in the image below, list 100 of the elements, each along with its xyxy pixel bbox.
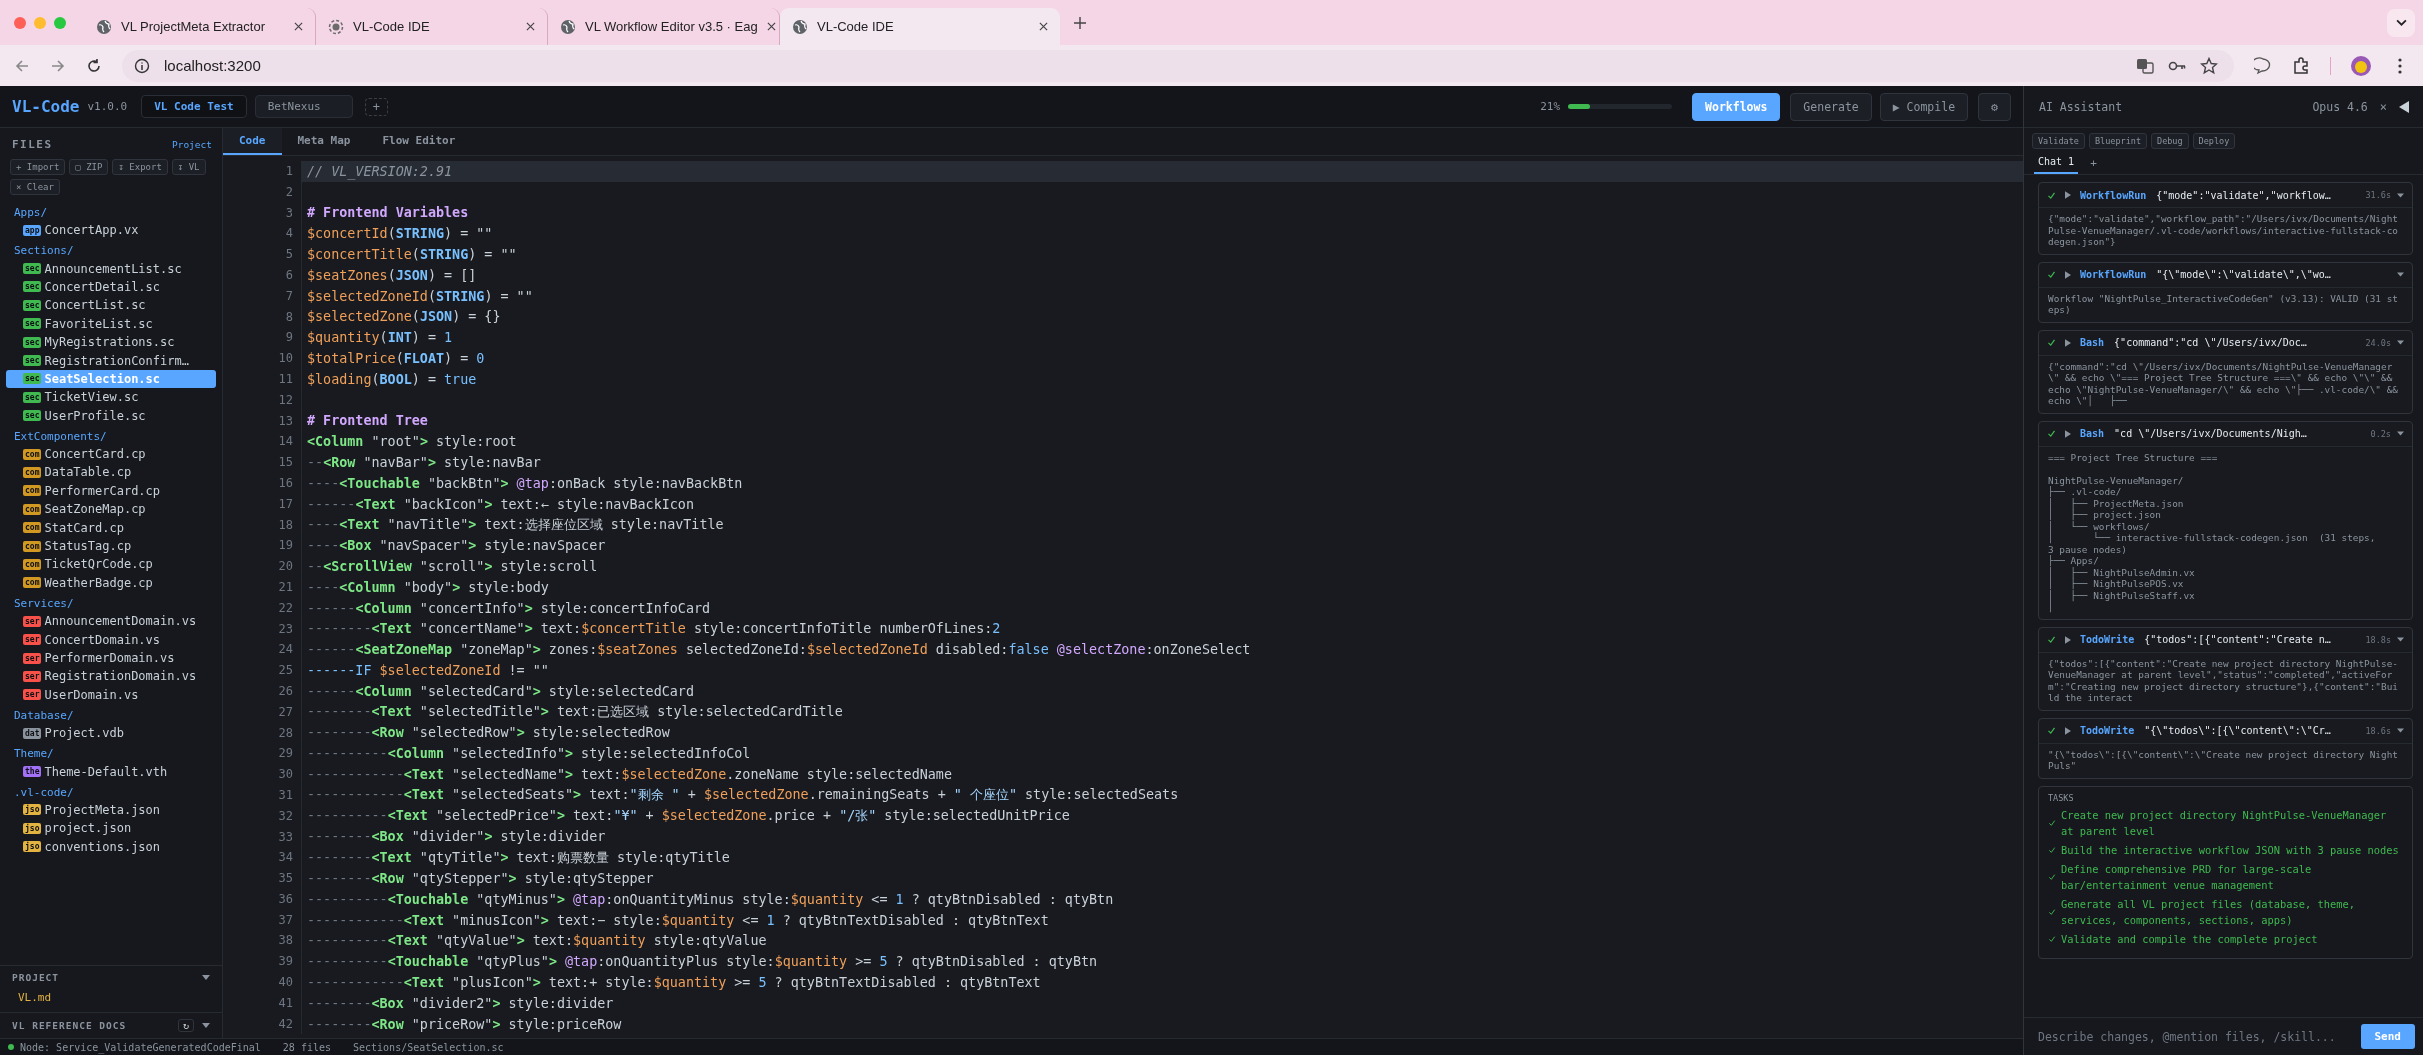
folder-label[interactable]: Theme/ <box>0 742 222 763</box>
file-item[interactable]: jso conventions.json <box>6 837 216 856</box>
file-item[interactable]: sec RegistrationConfirm… <box>6 351 216 370</box>
info-icon[interactable] <box>134 57 150 74</box>
caret-icon[interactable] <box>202 975 210 980</box>
bookmark-star-icon[interactable] <box>2200 56 2218 75</box>
project-tab[interactable]: VL Code Test <box>141 95 247 118</box>
caret-icon[interactable] <box>2397 192 2404 198</box>
folder-label[interactable]: .vl-code/ <box>0 780 222 801</box>
doc-file-item[interactable]: VL.md <box>0 989 222 1008</box>
puzzle-icon[interactable] <box>2292 56 2310 75</box>
file-item[interactable]: com StatCard.cp <box>6 518 216 537</box>
file-item[interactable]: jso ProjectMeta.json <box>6 800 216 820</box>
folder-label[interactable]: Sections/ <box>0 239 222 260</box>
expand-icon[interactable] <box>2065 635 2071 644</box>
file-item[interactable]: dat Project.vdb <box>6 724 216 743</box>
code-line: ------<Text "backIcon"> text:← style:navBackIcon <box>307 496 694 512</box>
file-item[interactable]: sec UserProfile.sc <box>6 406 216 425</box>
tab-search-button[interactable] <box>2387 8 2415 37</box>
file-item[interactable]: sec FavoriteList.sc <box>6 314 216 333</box>
file-item[interactable]: com StatusTag.cp <box>6 536 216 556</box>
expand-icon[interactable] <box>2065 338 2071 347</box>
project-tab[interactable]: BetNexus <box>254 95 353 118</box>
file-item[interactable]: com SeatZoneMap.cp <box>6 500 216 519</box>
translate-icon[interactable] <box>2136 56 2154 75</box>
caret-icon[interactable] <box>2397 431 2404 436</box>
reload-icon[interactable] <box>86 57 102 74</box>
file-action-button[interactable]: ↧ Export <box>112 159 168 175</box>
file-item[interactable]: sec ConcertDetail.sc <box>6 277 216 297</box>
close-icon[interactable] <box>294 22 303 31</box>
toolbar-button[interactable]: ▶ Compile <box>1879 92 1969 121</box>
line-number: 4 <box>223 223 302 245</box>
chat-tab[interactable]: Chat 1 <box>2034 152 2079 174</box>
settings-button[interactable]: ⚙ <box>1978 92 2011 121</box>
file-item[interactable]: app ConcertApp.vx <box>6 221 216 240</box>
browser-tab[interactable]: VL-Code IDE <box>780 8 1060 45</box>
file-item[interactable]: jso project.json <box>6 819 216 838</box>
file-item[interactable]: ser UserDomain.vs <box>6 685 216 704</box>
back-icon[interactable] <box>14 57 30 74</box>
collapse-icon[interactable] <box>2399 100 2409 113</box>
file-item[interactable]: com PerformerCard.cp <box>6 481 216 501</box>
folder-label[interactable]: Services/ <box>0 592 222 613</box>
file-item[interactable]: com ConcertCard.cp <box>6 444 216 464</box>
caret-icon[interactable] <box>2397 637 2404 642</box>
close-icon[interactable] <box>526 22 535 31</box>
editor-tab[interactable]: Meta Map <box>281 128 367 155</box>
folder-label[interactable]: Database/ <box>0 704 222 724</box>
expand-icon[interactable] <box>2065 270 2071 279</box>
close-icon[interactable] <box>1039 22 1048 31</box>
file-action-button[interactable]: + Import <box>10 159 66 175</box>
file-item[interactable]: the Theme-Default.vth <box>6 762 216 781</box>
assistant-action-button[interactable]: Blueprint <box>2088 133 2147 149</box>
file-action-button[interactable]: × Clear <box>10 179 60 195</box>
add-chat-button[interactable]: + <box>2090 156 2097 170</box>
assistant-action-button[interactable]: Validate <box>2032 133 2085 149</box>
expand-icon[interactable] <box>2065 726 2071 735</box>
file-item[interactable]: sec MyRegistrations.sc <box>6 332 216 352</box>
file-item[interactable]: ser AnnouncementDomain.vs <box>6 612 216 631</box>
avatar-icon[interactable] <box>2351 55 2371 76</box>
forward-icon[interactable] <box>50 57 66 74</box>
expand-icon[interactable] <box>2065 191 2071 199</box>
message-input[interactable]: Describe changes, @mention files, /skill... <box>2036 1028 2353 1045</box>
editor-tab[interactable]: Code <box>223 128 282 155</box>
file-item[interactable]: sec AnnouncementList.sc <box>6 259 216 278</box>
file-action-button[interactable]: ▢ ZIP <box>69 159 109 175</box>
assistant-action-button[interactable]: Deploy <box>2192 133 2236 149</box>
chat-bubble-icon[interactable] <box>2254 56 2272 75</box>
file-item[interactable]: sec SeatSelection.sc <box>6 369 216 389</box>
folder-label[interactable]: ExtComponents/ <box>0 424 222 445</box>
file-action-button[interactable]: ↧ VL <box>171 159 206 175</box>
caret-icon[interactable] <box>2397 728 2404 733</box>
close-button[interactable]: × <box>2379 99 2387 114</box>
model-selector[interactable]: Opus 4.6 <box>2312 99 2368 114</box>
new-tab-icon[interactable] <box>1074 16 1086 29</box>
caret-icon[interactable] <box>2397 272 2404 277</box>
file-item[interactable]: ser RegistrationDomain.vs <box>6 667 216 686</box>
file-item[interactable]: com DataTable.cp <box>6 463 216 482</box>
code-line: ----------<Touchable "qtyMinus"> @tap:onQuantityMinus style:$quantity <= 1 ? qtyBtnDisabled : qtyBtn <box>307 891 1114 907</box>
file-item[interactable]: com TicketQrCode.cp <box>6 555 216 574</box>
code-line: --<Row "navBar"> style:navBar <box>307 455 541 471</box>
assistant-action-button[interactable]: Debug <box>2151 133 2189 149</box>
file-item[interactable]: sec ConcertList.sc <box>6 296 216 315</box>
caret-icon[interactable] <box>2397 340 2404 345</box>
editor-tab[interactable]: Flow Editor <box>366 128 472 155</box>
address-bar[interactable]: localhost:3200 <box>122 49 2234 82</box>
close-icon[interactable] <box>766 22 776 31</box>
file-item[interactable]: ser PerformerDomain.vs <box>6 648 216 668</box>
file-item[interactable]: sec TicketView.sc <box>6 388 216 407</box>
tool-output: {"command":"cd \"/Users/ivx/Documents/NightPulse-VenueManager\" && echo \"=== Project Tree Structure ===\" && echo \"\" && echo \"NightPulse-VenueManager/\" && echo \"├── .vl-code/\" && echo \"│ ├── <box>2047 359 2399 409</box>
add-project-button[interactable]: + <box>364 97 388 116</box>
project-link[interactable]: Project <box>171 139 212 150</box>
caret-icon[interactable] <box>2395 19 2407 26</box>
file-item[interactable]: com WeatherBadge.cp <box>6 573 216 593</box>
caret-icon[interactable] <box>202 1023 210 1028</box>
toolbar-button[interactable]: Generate <box>1790 92 1872 121</box>
expand-icon[interactable] <box>2065 429 2071 438</box>
folder-label[interactable]: Apps/ <box>0 201 222 221</box>
code-line: $concertTitle(STRING) = "" <box>307 247 517 263</box>
refresh-button[interactable]: ↻ <box>177 1019 194 1032</box>
file-item[interactable]: ser ConcertDomain.vs <box>6 630 216 649</box>
